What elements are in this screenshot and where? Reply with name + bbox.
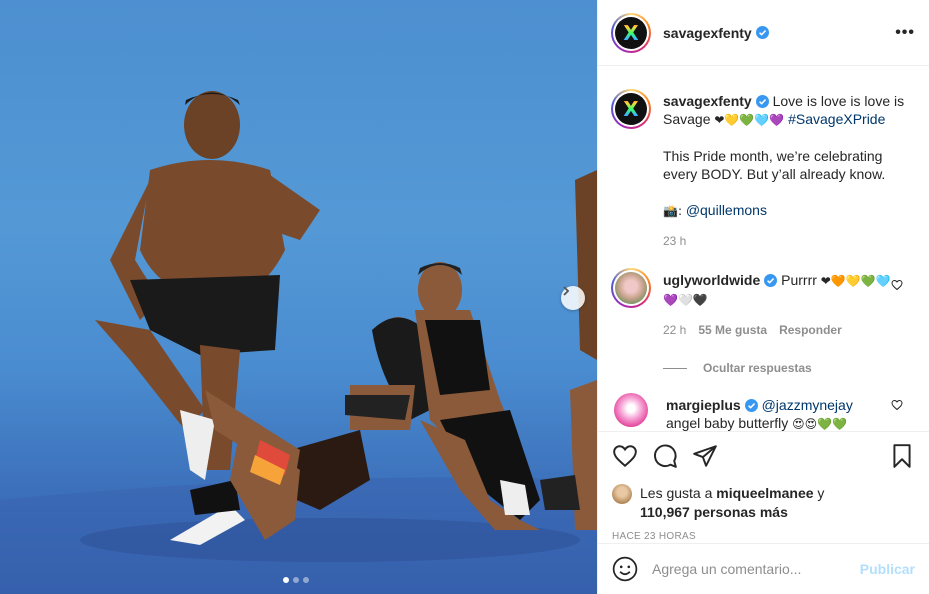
verified-badge-icon: [755, 95, 769, 108]
commenter-avatar[interactable]: [611, 268, 651, 308]
heart-icon[interactable]: [612, 443, 638, 469]
post-header: X savagexfenty •••: [598, 0, 929, 66]
add-comment-bar: Publicar: [598, 543, 929, 594]
comment-item: uglyworldwide Purrrr ❤🧡💛💚🩵💜🤍🖤 22 h 55 Me…: [611, 268, 915, 339]
post-side-panel: X savagexfenty ••• X savagexfenty Love i…: [597, 0, 929, 594]
share-icon[interactable]: [692, 443, 718, 469]
liker-username[interactable]: miqueelmanee: [716, 485, 813, 501]
comment-input[interactable]: [652, 561, 860, 577]
action-icons: [612, 442, 915, 470]
commenter-username[interactable]: margieplus: [666, 397, 741, 413]
author-username[interactable]: savagexfenty: [663, 25, 752, 41]
carousel-dot-3: [303, 577, 309, 583]
caption-avatar[interactable]: X: [611, 89, 651, 129]
comment-mention[interactable]: @jazzmynejay: [762, 397, 853, 413]
comment-likes[interactable]: 55 Me gusta: [698, 321, 767, 339]
emoji-icon[interactable]: [612, 556, 638, 582]
reply-button[interactable]: Responder: [779, 321, 842, 339]
likes-prefix: Les gusta a: [640, 485, 717, 501]
comment-like-heart-icon[interactable]: [891, 399, 903, 411]
post-comment-button[interactable]: Publicar: [860, 561, 915, 577]
likes-count[interactable]: 110,967 personas más: [640, 504, 788, 520]
comment-time[interactable]: 22 h: [663, 321, 686, 339]
hide-replies-line: [663, 367, 687, 369]
hide-replies-label: Ocultar respuestas: [703, 361, 812, 375]
bookmark-icon[interactable]: [889, 443, 915, 469]
comment-text: Purrrr: [777, 272, 821, 288]
post-photo[interactable]: [0, 0, 597, 594]
comment-like-heart-icon[interactable]: [891, 279, 903, 291]
commenter-avatar[interactable]: [614, 393, 648, 427]
caption-paragraph: This Pride month, we’re celebrating ever…: [663, 148, 886, 182]
comment-item: margieplus @jazzmynejay angel baby butte…: [611, 393, 915, 431]
camera-emoji: 📸:: [663, 204, 686, 218]
author-avatar[interactable]: X: [611, 12, 651, 53]
verified-badge-icon: [744, 399, 758, 412]
comment-emojis: 😍😍💚💚: [792, 417, 847, 431]
caption-time[interactable]: 23 h: [663, 232, 686, 250]
caption-emojis: ❤💛💚🩵💜: [714, 113, 785, 127]
caption-username[interactable]: savagexfenty: [663, 93, 752, 109]
caption: X savagexfenty Love is love is love is S…: [611, 89, 915, 250]
chevron-right-icon: [563, 286, 570, 296]
instagram-post-modal: X savagexfenty ••• X savagexfenty Love i…: [0, 0, 929, 594]
caption-meta: 23 h: [663, 232, 915, 250]
photo-illustration: [0, 91, 597, 594]
carousel-dot-2: [293, 577, 299, 583]
likes-summary: Les gusta a miqueelmanee y 110,967 perso…: [612, 484, 915, 522]
comment-meta: 22 h 55 Me gusta Responder: [663, 321, 893, 339]
post-timestamp[interactable]: HACE 23 HORAS: [612, 531, 915, 542]
comment-text: angel baby butterfly: [666, 415, 793, 431]
commenter-username[interactable]: uglyworldwide: [663, 272, 760, 288]
carousel-dots: [283, 577, 309, 583]
carousel-next-button[interactable]: [561, 286, 585, 310]
hide-replies-button[interactable]: Ocultar respuestas: [663, 361, 915, 375]
verified-badge-icon: [755, 26, 769, 39]
liker-avatar[interactable]: [612, 484, 632, 504]
carousel-dot-1: [283, 577, 289, 583]
photo-credit-mention[interactable]: @quillemons: [686, 202, 767, 218]
more-options-button[interactable]: •••: [895, 24, 915, 42]
comment-icon[interactable]: [652, 443, 678, 469]
post-actions: Les gusta a miqueelmanee y 110,967 perso…: [598, 431, 929, 542]
caption-hashtag[interactable]: #SavageXPride: [788, 111, 885, 127]
verified-badge-icon: [764, 274, 778, 287]
likes-mid: y: [813, 485, 825, 501]
comments-section[interactable]: X savagexfenty Love is love is love is S…: [598, 67, 929, 431]
